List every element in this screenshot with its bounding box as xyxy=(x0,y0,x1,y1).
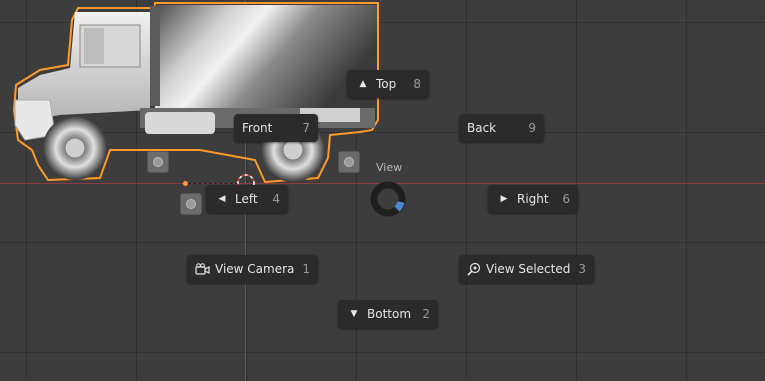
pie-item-label: Bottom xyxy=(367,307,412,321)
zoom-selected-icon xyxy=(467,262,481,276)
pie-item-shortcut: 1 xyxy=(302,262,311,276)
pie-item-view-selected[interactable]: View Selected 3 xyxy=(459,255,594,283)
pie-item-label: Left xyxy=(235,192,258,206)
pie-item-shortcut: 6 xyxy=(562,192,570,206)
pie-item-shortcut: 7 xyxy=(302,121,310,135)
empty-object-icon[interactable] xyxy=(147,151,169,173)
empty-object-icon[interactable] xyxy=(338,151,360,173)
triangle-up-icon: ▲ xyxy=(359,79,367,89)
pie-item-left[interactable]: ◀ Left 4 xyxy=(206,185,288,213)
relationship-line xyxy=(188,183,238,184)
empty-object-icon[interactable] xyxy=(180,193,202,215)
pie-item-shortcut: 4 xyxy=(272,192,280,206)
pie-item-front[interactable]: Front 7 xyxy=(234,114,318,142)
pie-item-label: Right xyxy=(517,192,549,206)
viewport[interactable]: { "pie_menu": { "title": "View", "items"… xyxy=(0,0,765,381)
pie-item-label: View Camera xyxy=(215,262,295,276)
pie-item-label: View Selected xyxy=(486,262,571,276)
pie-item-back[interactable]: Back 9 xyxy=(459,114,544,142)
pie-item-shortcut: 9 xyxy=(528,121,536,135)
pie-item-label: Back xyxy=(467,121,497,135)
camera-icon xyxy=(195,263,210,275)
triangle-right-icon: ▶ xyxy=(500,194,508,204)
pie-item-right[interactable]: ▶ Right 6 xyxy=(488,185,578,213)
triangle-down-icon: ▼ xyxy=(350,309,358,319)
triangle-left-icon: ◀ xyxy=(218,194,226,204)
pie-direction-indicator xyxy=(370,181,406,217)
pie-item-shortcut: 8 xyxy=(413,77,421,91)
pie-menu-title: View xyxy=(376,161,403,174)
pie-item-label: Top xyxy=(376,77,397,91)
pie-item-shortcut: 2 xyxy=(422,307,430,321)
pie-item-view-camera[interactable]: View Camera 1 xyxy=(187,255,318,283)
pie-item-bottom[interactable]: ▼ Bottom 2 xyxy=(338,300,438,328)
pie-item-top[interactable]: ▲ Top 8 xyxy=(347,70,429,98)
pie-item-shortcut: 3 xyxy=(578,262,586,276)
pie-item-label: Front xyxy=(242,121,273,135)
